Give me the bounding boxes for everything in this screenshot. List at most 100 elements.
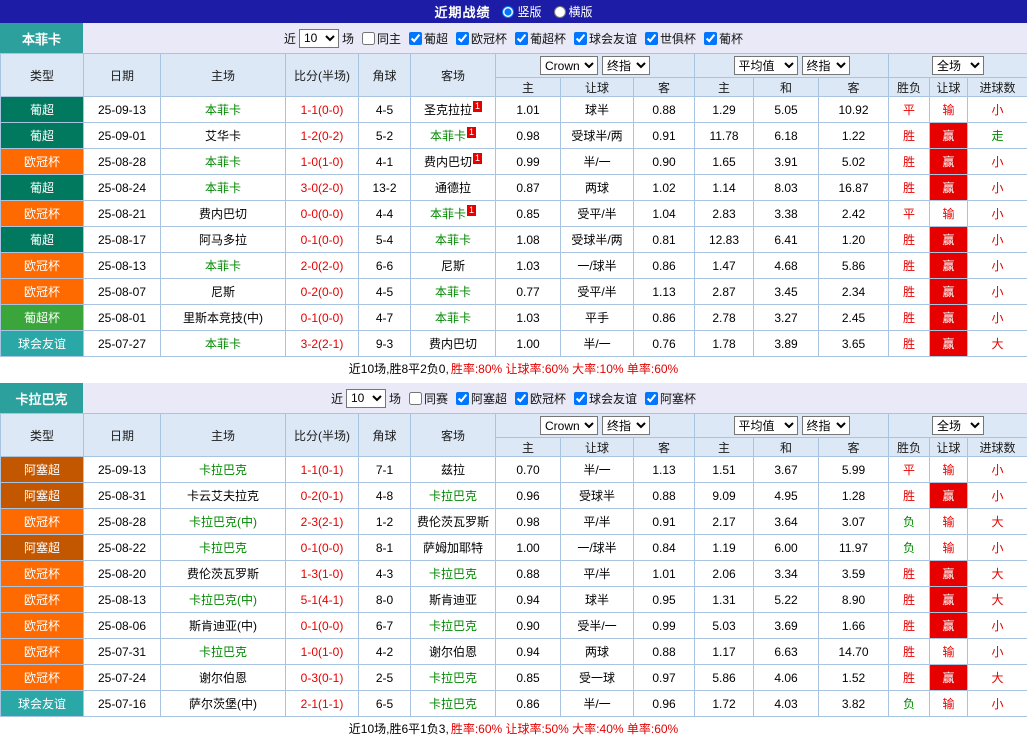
score-cell[interactable]: 3-2(2-1) xyxy=(286,331,359,357)
away-team-cell[interactable]: 费内巴切1 xyxy=(411,149,496,175)
score-cell[interactable]: 3-0(2-0) xyxy=(286,175,359,201)
score-cell[interactable]: 0-0(0-0) xyxy=(286,201,359,227)
away-team-name[interactable]: 本菲卡 xyxy=(435,311,471,325)
away-team-name[interactable]: 卡拉巴克 xyxy=(429,619,477,633)
checkbox-input[interactable] xyxy=(362,32,375,45)
away-team-cell[interactable]: 费内巴切 xyxy=(411,331,496,357)
checkbox-input[interactable] xyxy=(574,32,587,45)
home-team-name[interactable]: 艾华卡 xyxy=(205,129,241,143)
recent-count-select[interactable]: 10 xyxy=(299,29,339,48)
home-team-cell[interactable]: 本菲卡 xyxy=(161,175,286,201)
home-team-name[interactable]: 萨尔茨堡(中) xyxy=(189,697,257,711)
average-type-select[interactable]: 终指 xyxy=(802,416,850,435)
away-team-name[interactable]: 卡拉巴克 xyxy=(429,489,477,503)
checkbox-input[interactable] xyxy=(515,32,528,45)
home-team-name[interactable]: 卡云艾夫拉克 xyxy=(187,489,259,503)
fulltime-scope-select[interactable]: 全场 xyxy=(932,416,984,435)
average-company-select[interactable]: 平均值 xyxy=(734,56,798,75)
away-team-cell[interactable]: 本菲卡1 xyxy=(411,201,496,227)
home-team-cell[interactable]: 本菲卡 xyxy=(161,149,286,175)
away-team-cell[interactable]: 萨姆加耶特 xyxy=(411,535,496,561)
away-team-name[interactable]: 费内巴切 xyxy=(424,155,472,169)
filter-checkbox-1[interactable]: 葡超 xyxy=(409,30,448,47)
odds-type-select[interactable]: 终指 xyxy=(602,416,650,435)
score-cell[interactable]: 1-1(0-0) xyxy=(286,97,359,123)
away-team-name[interactable]: 卡拉巴克 xyxy=(429,697,477,711)
score-cell[interactable]: 0-1(0-0) xyxy=(286,305,359,331)
average-type-select[interactable]: 终指 xyxy=(802,56,850,75)
odds-company-select[interactable]: Crown xyxy=(540,56,598,75)
filter-checkbox-4[interactable]: 阿塞杯 xyxy=(645,390,696,407)
away-team-cell[interactable]: 圣克拉拉1 xyxy=(411,97,496,123)
fulltime-scope-select[interactable]: 全场 xyxy=(932,56,984,75)
score-cell[interactable]: 0-1(0-0) xyxy=(286,535,359,561)
away-team-name[interactable]: 卡拉巴克 xyxy=(429,567,477,581)
checkbox-input[interactable] xyxy=(574,392,587,405)
away-team-name[interactable]: 谢尔伯恩 xyxy=(429,645,477,659)
home-team-name[interactable]: 本菲卡 xyxy=(205,259,241,273)
home-team-name[interactable]: 卡拉巴克 xyxy=(199,463,247,477)
home-team-cell[interactable]: 萨尔茨堡(中) xyxy=(161,691,286,717)
away-team-cell[interactable]: 卡拉巴克 xyxy=(411,483,496,509)
home-team-name[interactable]: 卡拉巴克 xyxy=(199,541,247,555)
home-team-cell[interactable]: 卡拉巴克(中) xyxy=(161,587,286,613)
odds-type-select[interactable]: 终指 xyxy=(602,56,650,75)
filter-checkbox-1[interactable]: 阿塞超 xyxy=(456,390,507,407)
horizontal-layout-radio[interactable] xyxy=(554,6,566,18)
away-team-cell[interactable]: 卡拉巴克 xyxy=(411,561,496,587)
home-team-cell[interactable]: 斯肯迪亚(中) xyxy=(161,613,286,639)
filter-checkbox-3[interactable]: 葡超杯 xyxy=(515,30,566,47)
away-team-name[interactable]: 兹拉 xyxy=(441,463,465,477)
checkbox-input[interactable] xyxy=(645,392,658,405)
home-team-cell[interactable]: 艾华卡 xyxy=(161,123,286,149)
away-team-cell[interactable]: 费伦茨瓦罗斯 xyxy=(411,509,496,535)
home-team-cell[interactable]: 卡拉巴克 xyxy=(161,535,286,561)
away-team-cell[interactable]: 卡拉巴克 xyxy=(411,613,496,639)
checkbox-input[interactable] xyxy=(456,32,469,45)
away-team-cell[interactable]: 本菲卡1 xyxy=(411,123,496,149)
score-cell[interactable]: 0-3(0-1) xyxy=(286,665,359,691)
home-team-cell[interactable]: 卡拉巴克 xyxy=(161,457,286,483)
home-team-cell[interactable]: 费伦茨瓦罗斯 xyxy=(161,561,286,587)
home-team-cell[interactable]: 卡拉巴克(中) xyxy=(161,509,286,535)
home-team-cell[interactable]: 本菲卡 xyxy=(161,331,286,357)
home-team-cell[interactable]: 尼斯 xyxy=(161,279,286,305)
layout-option-vertical[interactable]: 竖版 xyxy=(502,3,541,20)
filter-checkbox-0[interactable]: 同主 xyxy=(362,30,401,47)
away-team-name[interactable]: 圣克拉拉 xyxy=(424,103,472,117)
home-team-cell[interactable]: 本菲卡 xyxy=(161,253,286,279)
away-team-cell[interactable]: 斯肯迪亚 xyxy=(411,587,496,613)
score-cell[interactable]: 0-2(0-0) xyxy=(286,279,359,305)
score-cell[interactable]: 0-1(0-0) xyxy=(286,227,359,253)
home-team-name[interactable]: 费内巴切 xyxy=(199,207,247,221)
home-team-cell[interactable]: 费内巴切 xyxy=(161,201,286,227)
filter-checkbox-3[interactable]: 球会友谊 xyxy=(574,390,637,407)
score-cell[interactable]: 1-2(0-2) xyxy=(286,123,359,149)
away-team-name[interactable]: 斯肯迪亚 xyxy=(429,593,477,607)
home-team-name[interactable]: 本菲卡 xyxy=(205,337,241,351)
home-team-name[interactable]: 卡拉巴克 xyxy=(199,645,247,659)
away-team-name[interactable]: 费内巴切 xyxy=(429,337,477,351)
home-team-name[interactable]: 本菲卡 xyxy=(205,181,241,195)
home-team-name[interactable]: 本菲卡 xyxy=(205,155,241,169)
filter-checkbox-2[interactable]: 欧冠杯 xyxy=(515,390,566,407)
away-team-cell[interactable]: 本菲卡 xyxy=(411,227,496,253)
home-team-name[interactable]: 里斯本竞技(中) xyxy=(183,311,263,325)
checkbox-input[interactable] xyxy=(645,32,658,45)
home-team-cell[interactable]: 本菲卡 xyxy=(161,97,286,123)
checkbox-input[interactable] xyxy=(515,392,528,405)
home-team-cell[interactable]: 卡云艾夫拉克 xyxy=(161,483,286,509)
home-team-cell[interactable]: 谢尔伯恩 xyxy=(161,665,286,691)
score-cell[interactable]: 1-3(1-0) xyxy=(286,561,359,587)
filter-checkbox-4[interactable]: 球会友谊 xyxy=(574,30,637,47)
score-cell[interactable]: 0-1(0-0) xyxy=(286,613,359,639)
away-team-name[interactable]: 卡拉巴克 xyxy=(429,671,477,685)
filter-checkbox-6[interactable]: 葡杯 xyxy=(704,30,743,47)
checkbox-input[interactable] xyxy=(409,392,422,405)
filter-checkbox-0[interactable]: 同赛 xyxy=(409,390,448,407)
away-team-name[interactable]: 尼斯 xyxy=(441,259,465,273)
away-team-name[interactable]: 本菲卡 xyxy=(435,285,471,299)
away-team-name[interactable]: 本菲卡 xyxy=(430,207,466,221)
score-cell[interactable]: 5-1(4-1) xyxy=(286,587,359,613)
home-team-cell[interactable]: 里斯本竞技(中) xyxy=(161,305,286,331)
